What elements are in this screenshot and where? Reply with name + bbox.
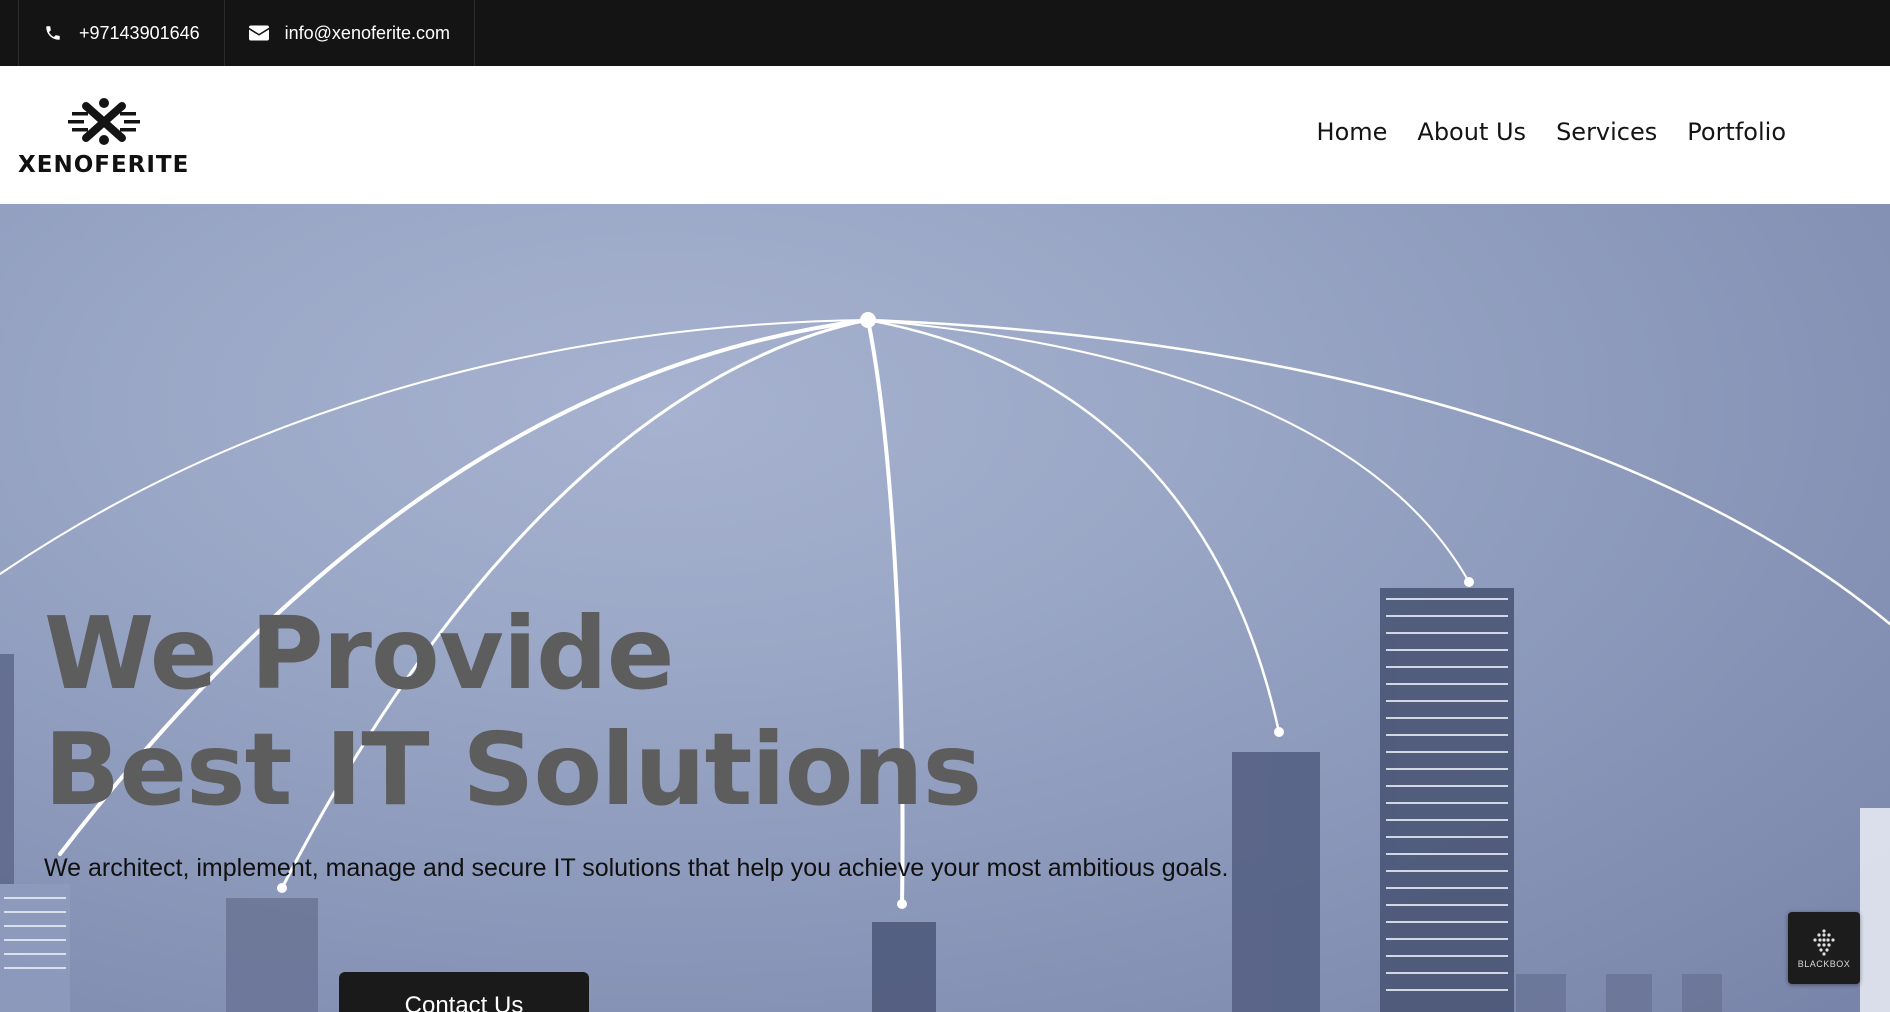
phone-number: +97143901646 xyxy=(79,22,200,43)
blackbox-logo-icon xyxy=(1813,929,1835,956)
hero-subtitle: We architect, implement, manage and secu… xyxy=(44,854,1229,882)
nav-home[interactable]: Home xyxy=(1317,118,1388,146)
site-logo[interactable]: XENOFERITE xyxy=(18,96,190,178)
hero-title-line-2: Best IT Solutions xyxy=(44,711,982,828)
hero-title-line-1: We Provide xyxy=(44,595,675,712)
site-header: XENOFERITE Home About Us Services Portfo… xyxy=(0,66,1890,205)
main-nav: Home About Us Services Portfolio xyxy=(1317,118,1786,146)
top-contact-bar: +97143901646 info@xenoferite.com xyxy=(0,0,1890,66)
phone-icon xyxy=(43,23,63,43)
blackbox-label: BLACKBOX xyxy=(1797,959,1851,969)
logo-mark-icon xyxy=(68,98,140,145)
envelope-icon xyxy=(248,23,269,43)
phone-contact[interactable]: +97143901646 xyxy=(18,0,224,66)
blackbox-badge[interactable]: BLACKBOX xyxy=(1788,912,1860,984)
nav-portfolio[interactable]: Portfolio xyxy=(1687,118,1786,146)
hero-title: We Provide Best IT Solutions xyxy=(44,595,982,828)
email-contact[interactable]: info@xenoferite.com xyxy=(223,0,475,66)
hero-section: We Provide Best IT Solutions We architec… xyxy=(0,204,1890,1012)
nav-services[interactable]: Services xyxy=(1556,118,1657,146)
contact-us-button[interactable]: Contact Us xyxy=(339,972,589,1012)
nav-about-us[interactable]: About Us xyxy=(1417,118,1526,146)
logo-wordmark: XENOFERITE xyxy=(18,152,190,178)
email-address: info@xenoferite.com xyxy=(284,22,450,43)
